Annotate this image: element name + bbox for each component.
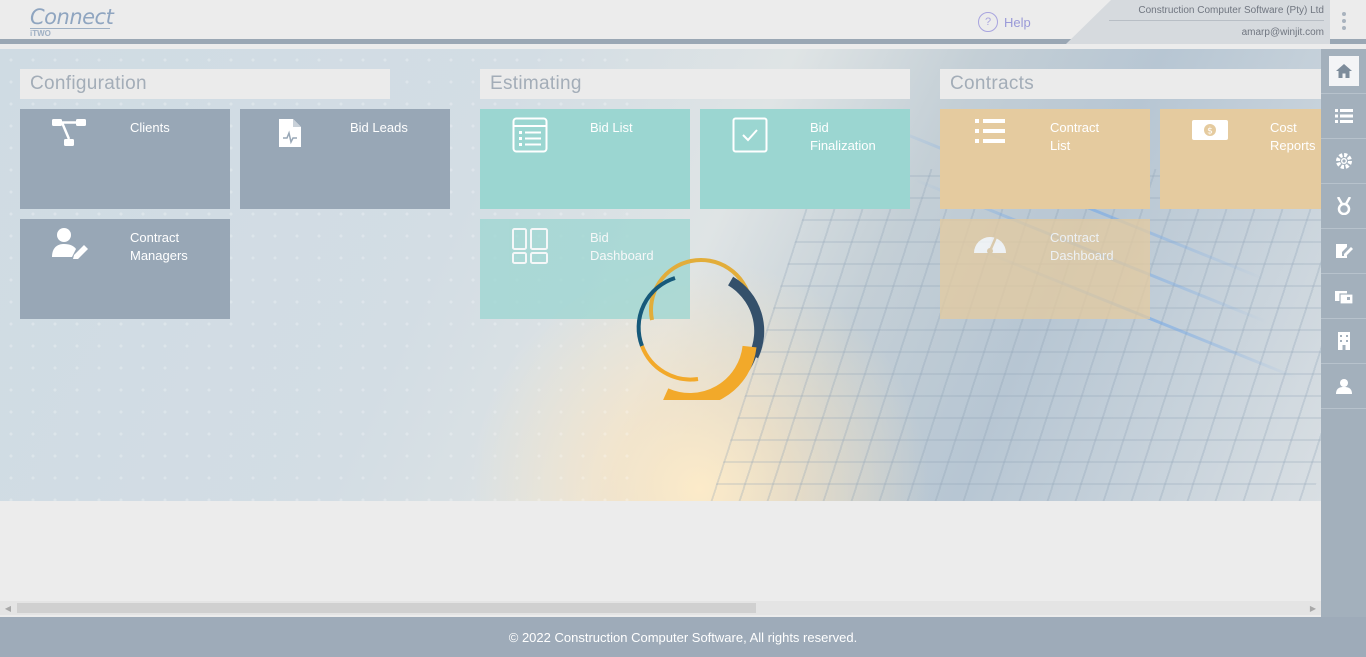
side-nav-rail	[1321, 49, 1366, 617]
tile-label: Cost Reports	[1270, 120, 1316, 153]
document-icon	[270, 117, 310, 157]
home-icon	[1328, 56, 1359, 86]
tile-contract-list[interactable]: Contract List	[940, 109, 1150, 209]
footer: © 2022 Construction Computer Software, A…	[0, 617, 1366, 657]
tile-clients[interactable]: Clients	[20, 109, 230, 209]
account-divider	[1109, 20, 1324, 21]
help-link[interactable]: ? Help	[978, 11, 1031, 33]
help-label: Help	[1004, 14, 1031, 30]
tile-contract-managers[interactable]: Contract Managers	[20, 219, 230, 319]
nav-settings[interactable]	[1321, 139, 1366, 184]
help-icon: ?	[978, 12, 998, 32]
list-doc-icon	[510, 117, 550, 157]
horizontal-scrollbar[interactable]: ◀ ▶	[0, 601, 1321, 615]
scroll-left-icon[interactable]: ◀	[3, 603, 13, 613]
company-name: Construction Computer Software (Pty) Ltd	[1138, 5, 1324, 16]
hierarchy-icon	[50, 117, 90, 157]
list-icon	[970, 117, 1010, 157]
section-title-configuration: Configuration	[20, 69, 390, 99]
scroll-right-icon[interactable]: ▶	[1308, 603, 1318, 613]
tile-bid-leads[interactable]: Bid Leads	[240, 109, 450, 209]
more-options-icon[interactable]	[1334, 10, 1354, 32]
tile-label: Contract Dashboard	[1050, 230, 1114, 263]
account-panel: Construction Computer Software (Pty) Ltd…	[1066, 0, 1330, 44]
checkbox-icon	[730, 117, 770, 157]
nav-home[interactable]	[1321, 49, 1366, 94]
nav-edit[interactable]	[1321, 229, 1366, 274]
list-icon	[1329, 101, 1359, 131]
tile-bid-finalization[interactable]: Bid Finalization	[700, 109, 910, 209]
money-icon: $	[1190, 117, 1230, 157]
tile-contract-dashboard[interactable]: Contract Dashboard	[940, 219, 1150, 319]
svg-text:$: $	[1207, 127, 1213, 137]
scrollbar-thumb[interactable]	[17, 603, 756, 613]
app-header: Connect iTWO ? Help Construction Compute…	[0, 0, 1366, 44]
tile-label: Contract List	[1050, 120, 1100, 153]
user-edit-icon	[50, 227, 90, 267]
gauge-icon	[970, 227, 1010, 267]
settings-icon	[1329, 146, 1359, 176]
tile-cost-reports[interactable]: $ Cost Reports	[1160, 109, 1321, 209]
cards-icon	[1329, 281, 1359, 311]
user-icon	[1329, 371, 1359, 401]
edit-doc-icon	[1329, 236, 1359, 266]
logo-text: Connect	[30, 5, 114, 29]
nav-list[interactable]	[1321, 94, 1366, 139]
section-title-contracts: Contracts	[940, 69, 1321, 99]
nav-building[interactable]	[1321, 319, 1366, 364]
tile-label: Bid List	[590, 120, 633, 135]
section-title-estimating: Estimating	[480, 69, 910, 99]
dashboard-icon	[510, 227, 550, 267]
nav-user[interactable]	[1321, 364, 1366, 409]
user-email: amarp@winjit.com	[1241, 27, 1324, 38]
tile-label: Clients	[130, 120, 170, 135]
logo-subtext: iTWO	[30, 28, 110, 38]
medal-icon	[1329, 191, 1359, 221]
nav-awards[interactable]	[1321, 184, 1366, 229]
copyright-text: © 2022 Construction Computer Software, A…	[508, 629, 858, 645]
connect-logo[interactable]: Connect iTWO	[30, 6, 120, 40]
tile-bid-list[interactable]: Bid List	[480, 109, 690, 209]
nav-cards[interactable]	[1321, 274, 1366, 319]
tile-label: Bid Finalization	[810, 120, 876, 153]
building-icon	[1329, 326, 1359, 356]
tile-label: Contract Managers	[130, 230, 188, 263]
tile-label: Bid Leads	[350, 120, 408, 135]
loading-spinner	[636, 258, 765, 400]
